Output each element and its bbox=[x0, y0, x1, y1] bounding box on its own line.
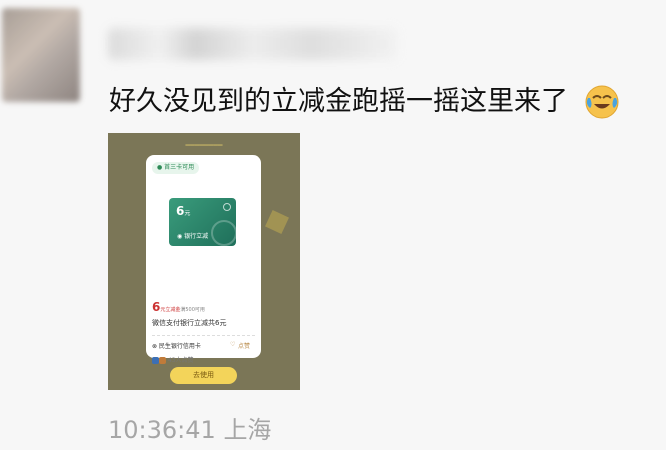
use-button: 去使用 bbox=[170, 367, 237, 384]
divider bbox=[152, 335, 255, 336]
decor-shape bbox=[265, 210, 289, 234]
user-name-blurred[interactable] bbox=[108, 28, 398, 60]
coupon-watermark-icon bbox=[211, 220, 237, 246]
coupon-amount: 6元 bbox=[176, 204, 191, 218]
image-top-caption: ▁▁▁▁▁▁▁▁ bbox=[185, 139, 223, 146]
coupon-card: ● 首三卡可用 6元 ◉ 银行立减 6元立减金满500可用 微信支付银行立减共6… bbox=[146, 155, 261, 364]
coupon-logo-icon bbox=[223, 203, 231, 211]
coupon-description: 微信支付银行立减共6元 bbox=[152, 319, 227, 327]
location-link[interactable]: 上海 bbox=[223, 416, 271, 444]
face-with-tears-of-joy-icon bbox=[585, 85, 619, 119]
coupon-graphic: 6元 ◉ 银行立减 bbox=[169, 198, 237, 246]
post-image[interactable]: ▁▁▁▁▁▁▁▁ ● 首三卡可用 6元 ◉ 银行立减 6元立减金满500可用 微… bbox=[108, 133, 300, 390]
bank-row: ⊗ 民生银行信用卡 ♡ 点赞 bbox=[152, 341, 251, 350]
amount-line: 6元立减金满500可用 bbox=[152, 300, 205, 314]
timestamp: 10:36:41 上海 bbox=[108, 416, 272, 444]
user-avatar-icon bbox=[159, 357, 166, 364]
avatar[interactable] bbox=[2, 8, 80, 102]
like-label: 点赞 bbox=[238, 343, 251, 350]
card-badge: ● 首三卡可用 bbox=[152, 162, 200, 174]
users-row: 43人点赞 bbox=[152, 355, 194, 364]
user-avatar-icon bbox=[152, 357, 159, 364]
post-text: 好久没见到的立减金跑摇一摇这里来了 bbox=[109, 86, 568, 117]
heart-icon: ♡ bbox=[230, 341, 236, 348]
coupon-bank-label: ◉ 银行立减 bbox=[177, 233, 209, 240]
